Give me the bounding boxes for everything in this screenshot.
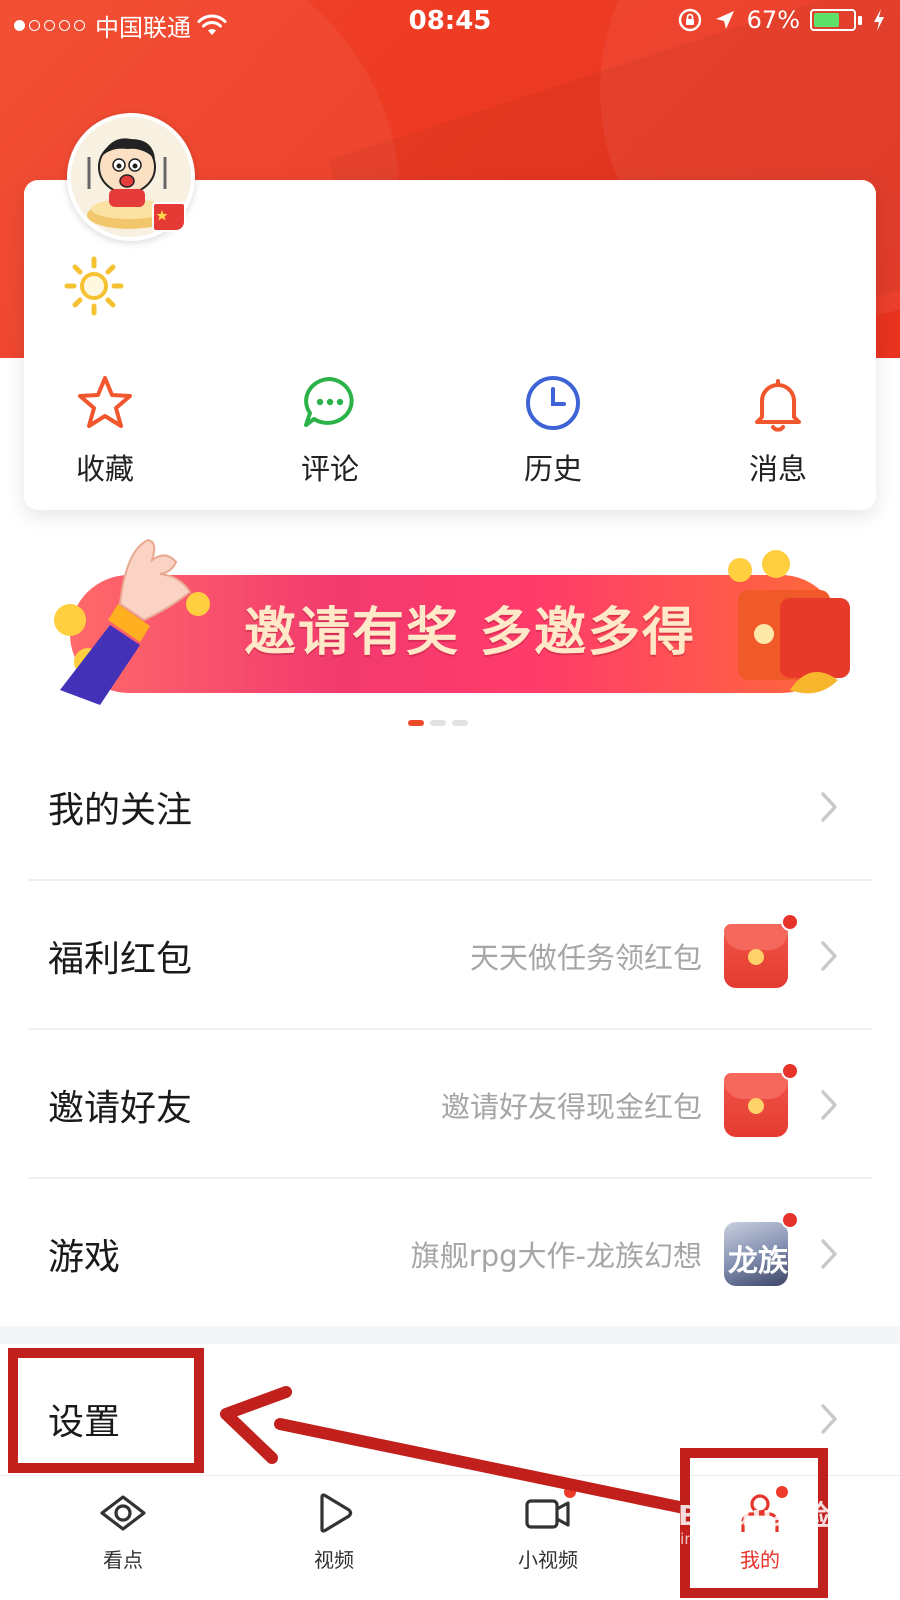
- banner-title: 邀请有奖 多邀多得: [243, 603, 697, 663]
- menu-item-subtitle: 天天做任务领红包: [469, 940, 702, 975]
- menu-item-games[interactable]: 游戏 旗舰rpg大作-龙族幻想 龙族: [0, 1179, 900, 1328]
- pagination-dot: [408, 720, 424, 726]
- star-icon: [78, 376, 132, 428]
- menu-item-title: 福利红包: [48, 938, 193, 980]
- bell-icon: [755, 379, 801, 432]
- menu-item-invite-friends[interactable]: 邀请好友 邀请好友得现金红包: [0, 1030, 900, 1179]
- charging-bolt-icon: [874, 9, 884, 31]
- quick-actions: 收藏 评论 历史 消息: [0, 372, 900, 486]
- tab-label: 我的: [740, 1548, 780, 1572]
- notification-dot: [781, 913, 799, 931]
- red-packet-icon: [724, 1072, 788, 1137]
- battery-icon: [810, 9, 862, 31]
- menu-item-following[interactable]: 我的关注: [0, 732, 900, 881]
- pagination-dot: [452, 720, 468, 726]
- chevron-right-icon: [821, 791, 837, 822]
- quick-action-favorites[interactable]: 收藏: [25, 372, 185, 488]
- menu-item-title: 设置: [48, 1402, 121, 1443]
- chevron-right-icon: [821, 940, 837, 971]
- location-arrow-icon: [715, 11, 734, 29]
- quick-action-label: 收藏: [75, 452, 134, 486]
- quick-action-history[interactable]: 历史: [473, 372, 633, 488]
- quick-action-label: 评论: [300, 452, 359, 486]
- pagination-dot: [430, 720, 446, 726]
- chevron-right-icon: [821, 1404, 837, 1434]
- comment-icon: [304, 377, 354, 427]
- notification-dot: [781, 1211, 799, 1229]
- tab-notification-dot: [564, 1486, 576, 1498]
- banner-pagination: [408, 720, 468, 726]
- tab-label: 视频: [314, 1548, 354, 1572]
- quick-action-label: 历史: [523, 452, 582, 486]
- menu-item-title: 我的关注: [48, 789, 193, 831]
- orientation-lock-icon: [678, 8, 701, 32]
- promo-banner[interactable]: 邀请有奖 多邀多得: [40, 530, 860, 710]
- menu-item-title: 邀请好友: [48, 1087, 193, 1129]
- eye-icon: [100, 1495, 146, 1531]
- menu-item-welfare-redpacket[interactable]: 福利红包 天天做任务领红包: [0, 881, 900, 1030]
- section-separator: [0, 1326, 900, 1344]
- menu-item-settings[interactable]: 设置: [0, 1344, 900, 1494]
- menu-item-subtitle: 邀请好友得现金红包: [440, 1089, 702, 1124]
- chevron-right-icon: [821, 1089, 837, 1120]
- tab-kandian[interactable]: 看点: [63, 1490, 183, 1573]
- quick-action-messages[interactable]: 消息: [698, 372, 858, 488]
- sun-icon: [64, 256, 124, 320]
- camera-icon: [525, 1499, 570, 1529]
- chevron-right-icon: [821, 1238, 837, 1269]
- menu-item-title: 游戏: [48, 1236, 121, 1278]
- tab-label: 小视频: [518, 1548, 578, 1572]
- red-envelope-icon: [728, 550, 850, 694]
- tab-video[interactable]: 视频: [274, 1490, 394, 1573]
- clock-icon: [526, 376, 580, 430]
- tab-notification-dot: [776, 1486, 788, 1498]
- notification-dot: [781, 1062, 799, 1080]
- menu-item-subtitle: 旗舰rpg大作-龙族幻想: [410, 1238, 702, 1273]
- profile-icon: [741, 1494, 779, 1532]
- game-icon: 龙族: [724, 1221, 788, 1286]
- tab-short-video[interactable]: 小视频: [488, 1490, 608, 1573]
- tab-mine[interactable]: 我的: [700, 1490, 820, 1573]
- battery-percent: 67%: [746, 6, 800, 34]
- flag-badge-icon: [152, 202, 186, 232]
- game-icon-text: 龙族: [728, 1243, 788, 1279]
- red-packet-icon: [724, 923, 788, 988]
- play-icon: [320, 1493, 353, 1533]
- hand-coin-icon: [54, 538, 210, 705]
- quick-action-label: 消息: [748, 452, 807, 486]
- quick-action-comments[interactable]: 评论: [250, 372, 410, 488]
- status-right: 67%: [677, 6, 886, 34]
- status-bar: 中国联通 08:45 67%: [0, 0, 900, 44]
- tab-label: 看点: [103, 1548, 143, 1572]
- bottom-tab-bar: 看点 视频 小视频 我的: [0, 1475, 900, 1600]
